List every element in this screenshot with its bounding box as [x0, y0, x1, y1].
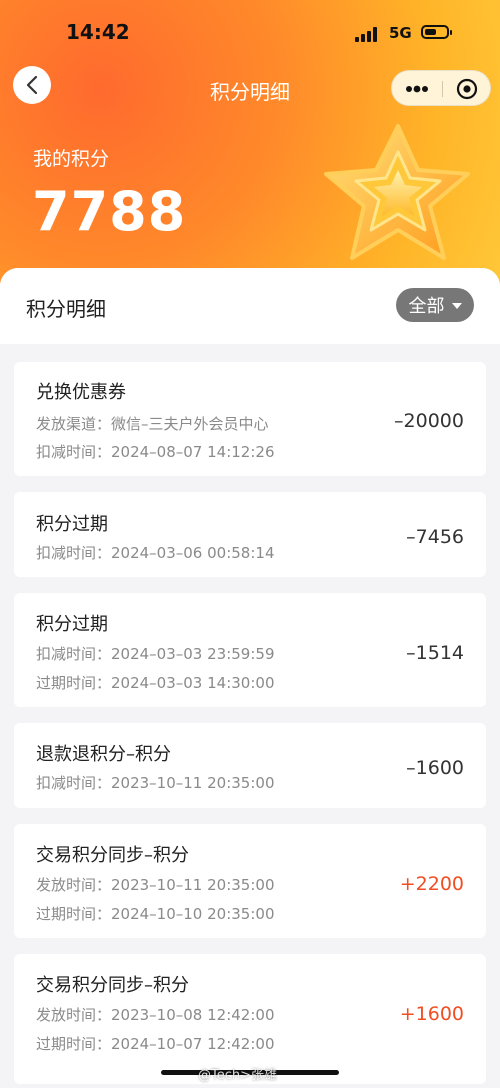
filter-label: 全部 [408, 296, 445, 317]
record-detail: 扣减时间：2024–03–03 23:59:59 [36, 645, 275, 663]
list-title: 积分明细 [26, 297, 106, 321]
record-detail: 扣减时间：2024–03–06 00:58:14 [36, 544, 275, 562]
caret-down-icon [451, 303, 462, 309]
record-amount: –1514 [406, 642, 464, 664]
record-card[interactable]: 交易积分同步–积分 发放时间：2023–10–11 20:35:00 过期时间：… [14, 824, 486, 938]
mini-program-capsule [391, 70, 491, 106]
battery-icon [421, 25, 452, 39]
record-detail: 过期时间：2024–03–03 14:30:00 [36, 674, 275, 692]
record-amount: +2200 [399, 873, 464, 895]
status-time: 14:42 [66, 20, 130, 44]
record-card[interactable]: 积分过期 扣减时间：2024–03–03 23:59:59 过期时间：2024–… [14, 593, 486, 707]
record-card[interactable]: 退款退积分–积分 扣减时间：2023–10–11 20:35:00 –1600 [14, 723, 486, 808]
record-detail: 扣减时间：2024–08–07 14:12:26 [36, 443, 275, 461]
record-card[interactable]: 兑换优惠券 发放渠道：微信–三夫户外会员中心 扣减时间：2024–08–07 1… [14, 362, 486, 476]
watermark: @Tech>张雄 [198, 1068, 278, 1083]
my-points-label: 我的积分 [33, 148, 110, 170]
signal-icon [355, 26, 381, 42]
record-detail: 扣减时间：2023–10–11 20:35:00 [36, 774, 275, 792]
record-title: 积分过期 [36, 614, 108, 635]
record-detail: 过期时间：2024–10–07 12:42:00 [36, 1035, 275, 1053]
record-amount: +1600 [399, 1003, 464, 1025]
close-miniprogram-button[interactable] [442, 71, 492, 107]
status-bar: 14:42 5G [0, 0, 500, 68]
my-points-value: 7788 [32, 180, 187, 243]
more-icon [406, 85, 428, 93]
record-amount: –20000 [394, 410, 464, 432]
record-detail: 发放时间：2023–10–11 20:35:00 [36, 876, 275, 894]
record-title: 积分过期 [36, 514, 108, 535]
list-header: 积分明细 全部 [0, 268, 500, 344]
more-button[interactable] [392, 71, 442, 107]
record-card[interactable]: 积分过期 扣减时间：2024–03–06 00:58:14 –7456 [14, 492, 486, 577]
record-amount: –7456 [406, 526, 464, 548]
record-detail: 发放时间：2023–10–08 12:42:00 [36, 1006, 275, 1024]
record-title: 交易积分同步–积分 [36, 845, 189, 866]
record-title: 兑换优惠券 [36, 382, 126, 403]
record-title: 交易积分同步–积分 [36, 975, 189, 996]
record-title: 退款退积分–积分 [36, 744, 171, 765]
record-detail: 过期时间：2024–10–10 20:35:00 [36, 905, 275, 923]
target-icon [456, 78, 478, 100]
record-detail: 发放渠道：微信–三夫户外会员中心 [36, 415, 269, 433]
filter-dropdown[interactable]: 全部 [396, 288, 474, 322]
network-type: 5G [389, 24, 412, 42]
star-icon [324, 124, 470, 260]
record-amount: –1600 [406, 757, 464, 779]
